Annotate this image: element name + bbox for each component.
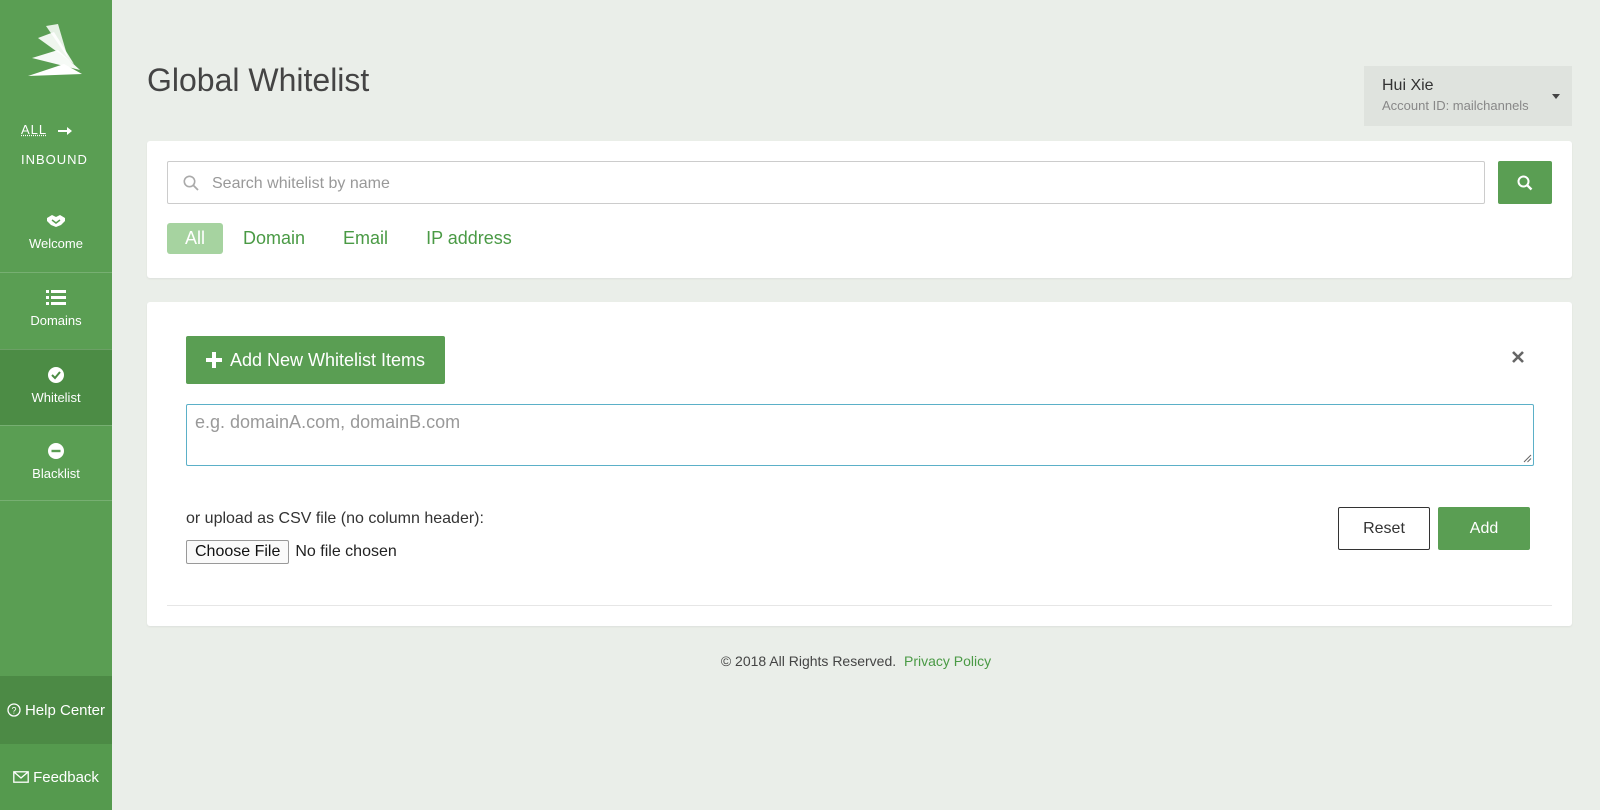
feedback-button[interactable]: Feedback bbox=[0, 744, 112, 810]
page-title: Global Whitelist bbox=[147, 62, 370, 98]
privacy-policy-link[interactable]: Privacy Policy bbox=[904, 653, 991, 669]
sidebar-item-label: Whitelist bbox=[31, 390, 81, 405]
divider bbox=[167, 605, 1552, 606]
search-input[interactable] bbox=[210, 162, 1474, 205]
question-circle-icon: ? bbox=[7, 703, 21, 717]
sidebar: ALL INBOUND Welcome Domains Whitelist Bl… bbox=[0, 0, 112, 810]
choose-file-button[interactable]: Choose File bbox=[186, 540, 290, 564]
filter-tabs: All Domain Email IP address bbox=[167, 223, 532, 254]
account-dropdown[interactable]: Hui Xie Account ID: mailchannels bbox=[1364, 66, 1572, 126]
close-icon[interactable] bbox=[1511, 350, 1525, 364]
reset-button[interactable]: Reset bbox=[1338, 507, 1430, 550]
add-button-label: Add New Whitelist Items bbox=[229, 349, 426, 370]
feedback-label: Feedback bbox=[33, 768, 99, 786]
search-box[interactable] bbox=[167, 161, 1485, 205]
handshake-icon bbox=[47, 215, 65, 227]
sidebar-item-blacklist[interactable]: Blacklist bbox=[0, 425, 112, 501]
filter-domain[interactable]: Domain bbox=[225, 223, 323, 254]
search-panel: All Domain Email IP address bbox=[147, 141, 1572, 278]
envelope-icon bbox=[13, 771, 29, 783]
scope-inbound-label: INBOUND bbox=[21, 152, 88, 167]
account-name: Hui Xie bbox=[1382, 77, 1434, 94]
filter-ip-address[interactable]: IP address bbox=[408, 223, 530, 254]
sidebar-item-label: Domains bbox=[30, 313, 82, 328]
resize-handle-icon[interactable] bbox=[1523, 454, 1532, 463]
footer: © 2018 All Rights Reserved. Privacy Poli… bbox=[0, 653, 1600, 669]
chevron-down-icon bbox=[1552, 94, 1560, 99]
account-id: Account ID: mailchannels bbox=[1382, 98, 1529, 113]
plus-icon bbox=[205, 352, 222, 368]
add-new-whitelist-items-button[interactable]: Add New Whitelist Items bbox=[186, 336, 445, 384]
minus-circle-icon bbox=[48, 443, 64, 459]
scope-selector[interactable]: ALL INBOUND bbox=[21, 122, 88, 167]
help-center-label: Help Center bbox=[24, 701, 106, 719]
list-icon bbox=[46, 290, 66, 305]
sidebar-item-label: Welcome bbox=[29, 236, 83, 251]
sidebar-item-welcome[interactable]: Welcome bbox=[0, 196, 112, 272]
arrow-right-icon bbox=[57, 126, 72, 135]
svg-text:?: ? bbox=[11, 706, 16, 716]
upload-csv-label: or upload as CSV file (no column header)… bbox=[186, 510, 484, 527]
logo-icon[interactable] bbox=[24, 24, 86, 80]
sidebar-item-label: Blacklist bbox=[32, 466, 80, 481]
add-whitelist-panel: Add New Whitelist Items or upload as CSV… bbox=[147, 302, 1572, 626]
copyright-text: © 2018 All Rights Reserved. bbox=[720, 653, 897, 669]
search-button[interactable] bbox=[1498, 161, 1552, 204]
help-center-button[interactable]: ? Help Center bbox=[0, 676, 112, 744]
filter-email[interactable]: Email bbox=[325, 223, 406, 254]
search-icon bbox=[183, 175, 199, 191]
check-circle-icon bbox=[48, 367, 64, 383]
add-button[interactable]: Add bbox=[1438, 507, 1530, 550]
file-upload: Choose File No file chosen bbox=[186, 540, 397, 564]
sidebar-item-whitelist[interactable]: Whitelist bbox=[0, 349, 112, 425]
file-status: No file chosen bbox=[295, 543, 397, 560]
sidebar-item-domains[interactable]: Domains bbox=[0, 272, 112, 348]
filter-all[interactable]: All bbox=[167, 223, 224, 254]
search-icon bbox=[1517, 175, 1533, 190]
scope-all-label[interactable]: ALL bbox=[21, 122, 47, 137]
whitelist-items-textarea[interactable] bbox=[186, 404, 1534, 466]
